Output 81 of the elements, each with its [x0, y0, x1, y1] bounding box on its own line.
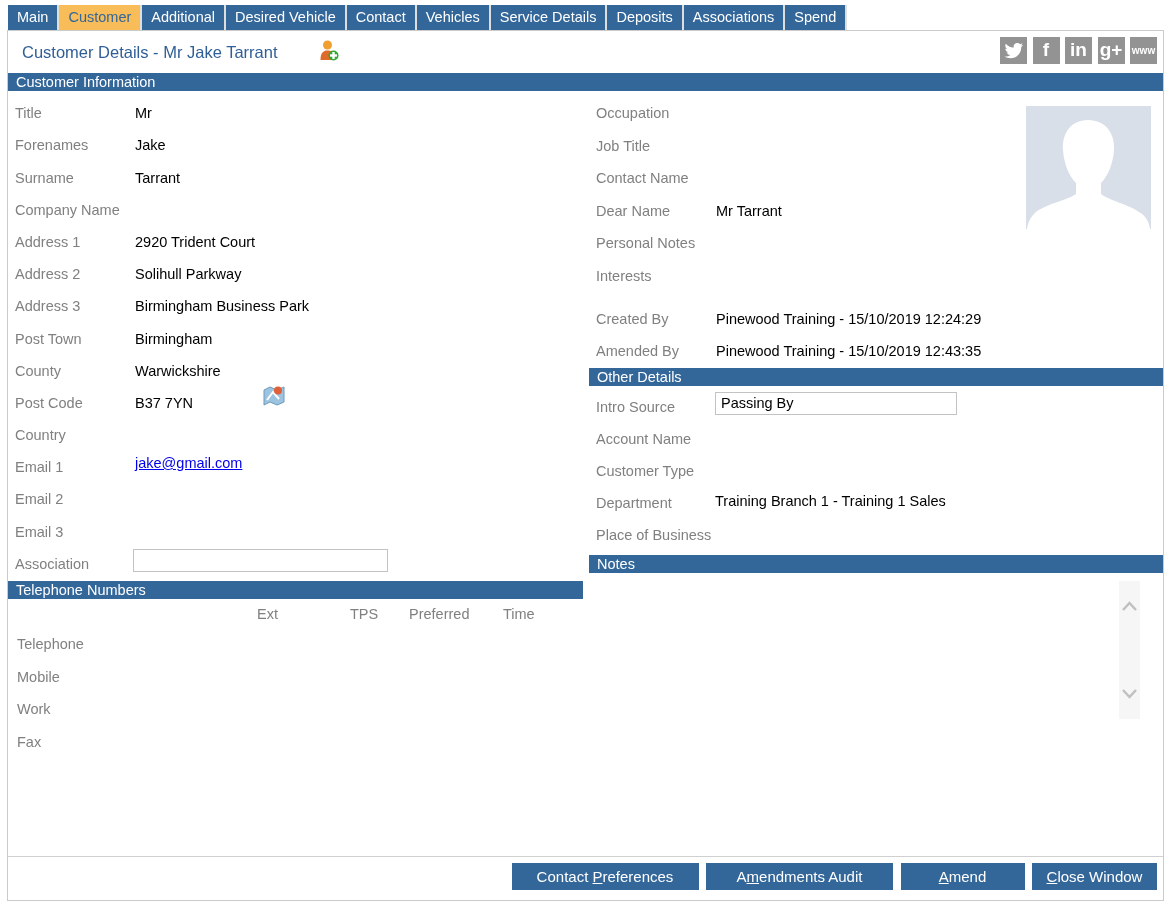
chevron-up-icon[interactable]: [1122, 601, 1137, 611]
field-label: Title: [15, 104, 43, 124]
tab[interactable]: Additional: [142, 5, 226, 30]
section-header: Notes: [589, 555, 1163, 573]
share-link[interactable]: www: [1130, 36, 1157, 64]
chevron-down-icon[interactable]: [1122, 689, 1137, 699]
field-label: Address 3: [15, 297, 82, 317]
field-value: B37 7YN: [135, 393, 195, 413]
field-value: Pinewood Training - 15/10/2019 12:43:35: [716, 342, 982, 362]
field-value: Mr: [135, 104, 152, 124]
column-header: Preferred: [409, 604, 470, 624]
field-label: Place of Business: [596, 526, 713, 546]
tab[interactable]: Desired Vehicle: [226, 5, 347, 30]
tab[interactable]: Associations: [683, 5, 786, 30]
share-link[interactable]: in: [1065, 36, 1092, 64]
field-value: Birmingham Business Park: [135, 297, 310, 317]
field-label: Email 1: [15, 458, 65, 478]
field-value: Tarrant: [135, 168, 181, 188]
tab[interactable]: Main: [8, 5, 60, 30]
field-label: Customer Type: [596, 462, 696, 482]
field-label: Address 2: [15, 265, 82, 285]
field-label: Account Name: [596, 430, 693, 450]
field-value: Warwickshire: [135, 361, 221, 381]
action-button[interactable]: Close Window: [1032, 863, 1157, 890]
field-value: 2920 Trident Court: [135, 232, 256, 252]
field-label: Job Title: [596, 136, 651, 156]
page-title: Customer Details - Mr Jake Tarrant: [22, 41, 278, 63]
field-value: Pinewood Training - 15/10/2019 12:24:29: [716, 310, 982, 330]
field-value: Solihull Parkway: [135, 265, 242, 285]
field-value: Training Branch 1 - Training 1 Sales: [715, 492, 946, 512]
field-label: Association: [15, 554, 91, 574]
tab[interactable]: Service Details: [490, 5, 608, 30]
field-label: Fax: [17, 732, 42, 752]
action-button[interactable]: Amendments Audit: [706, 863, 893, 890]
field-label: Dear Name: [596, 201, 672, 221]
field-value: Jake: [135, 136, 166, 156]
field-value: Mr Tarrant: [716, 201, 782, 221]
field-label: Occupation: [596, 104, 671, 124]
field-label: Company Name: [15, 200, 121, 220]
email-link[interactable]: jake@gmail.com: [135, 452, 243, 475]
share-link[interactable]: g+: [1097, 36, 1125, 64]
action-button[interactable]: Contact Preferences: [511, 863, 699, 890]
section-header: Other Details: [589, 368, 1163, 386]
tab[interactable]: Customer: [59, 5, 143, 30]
share-link[interactable]: f: [1032, 36, 1060, 64]
bird-icon[interactable]: [1000, 36, 1027, 64]
field-label: Address 1: [15, 232, 82, 252]
field-label: Created By: [596, 310, 670, 330]
tab[interactable]: Contact: [346, 5, 417, 30]
field-label: Post Code: [15, 393, 84, 413]
tab[interactable]: Deposits: [607, 5, 684, 30]
field-label: Surname: [15, 168, 75, 188]
action-button[interactable]: Amend: [900, 863, 1025, 890]
tab[interactable]: Spend: [785, 5, 848, 30]
section-header: Telephone Numbers: [8, 580, 583, 599]
field-label: County: [15, 361, 62, 381]
column-header: Time: [503, 604, 535, 624]
field-label: Telephone: [17, 635, 84, 655]
field-label: Contact Name: [596, 169, 690, 189]
section-header: Customer Information: [8, 73, 1163, 91]
field-label: Email 3: [15, 522, 65, 542]
field-value: Birmingham: [135, 329, 213, 349]
field-label: Department: [596, 494, 673, 514]
field-label: Amended By: [596, 342, 681, 362]
column-header: Ext: [257, 604, 278, 624]
map-icon[interactable]: [263, 385, 285, 407]
field-label: Work: [17, 700, 51, 720]
column-header: TPS: [350, 604, 379, 624]
input-field[interactable]: [133, 548, 388, 572]
field-label: Personal Notes: [596, 234, 697, 254]
field-label: Country: [15, 426, 67, 446]
field-label: Forenames: [15, 136, 90, 156]
tab[interactable]: Vehicles: [416, 5, 491, 30]
field-label: Intro Source: [596, 398, 676, 418]
input-field[interactable]: Passing By: [715, 392, 957, 415]
scrollbar[interactable]: [1119, 581, 1140, 719]
field-label: Post Town: [15, 329, 83, 349]
field-label: Interests: [596, 266, 653, 286]
field-label: Email 2: [15, 490, 65, 510]
person-add-icon[interactable]: [319, 39, 339, 61]
field-label: Mobile: [17, 667, 60, 687]
